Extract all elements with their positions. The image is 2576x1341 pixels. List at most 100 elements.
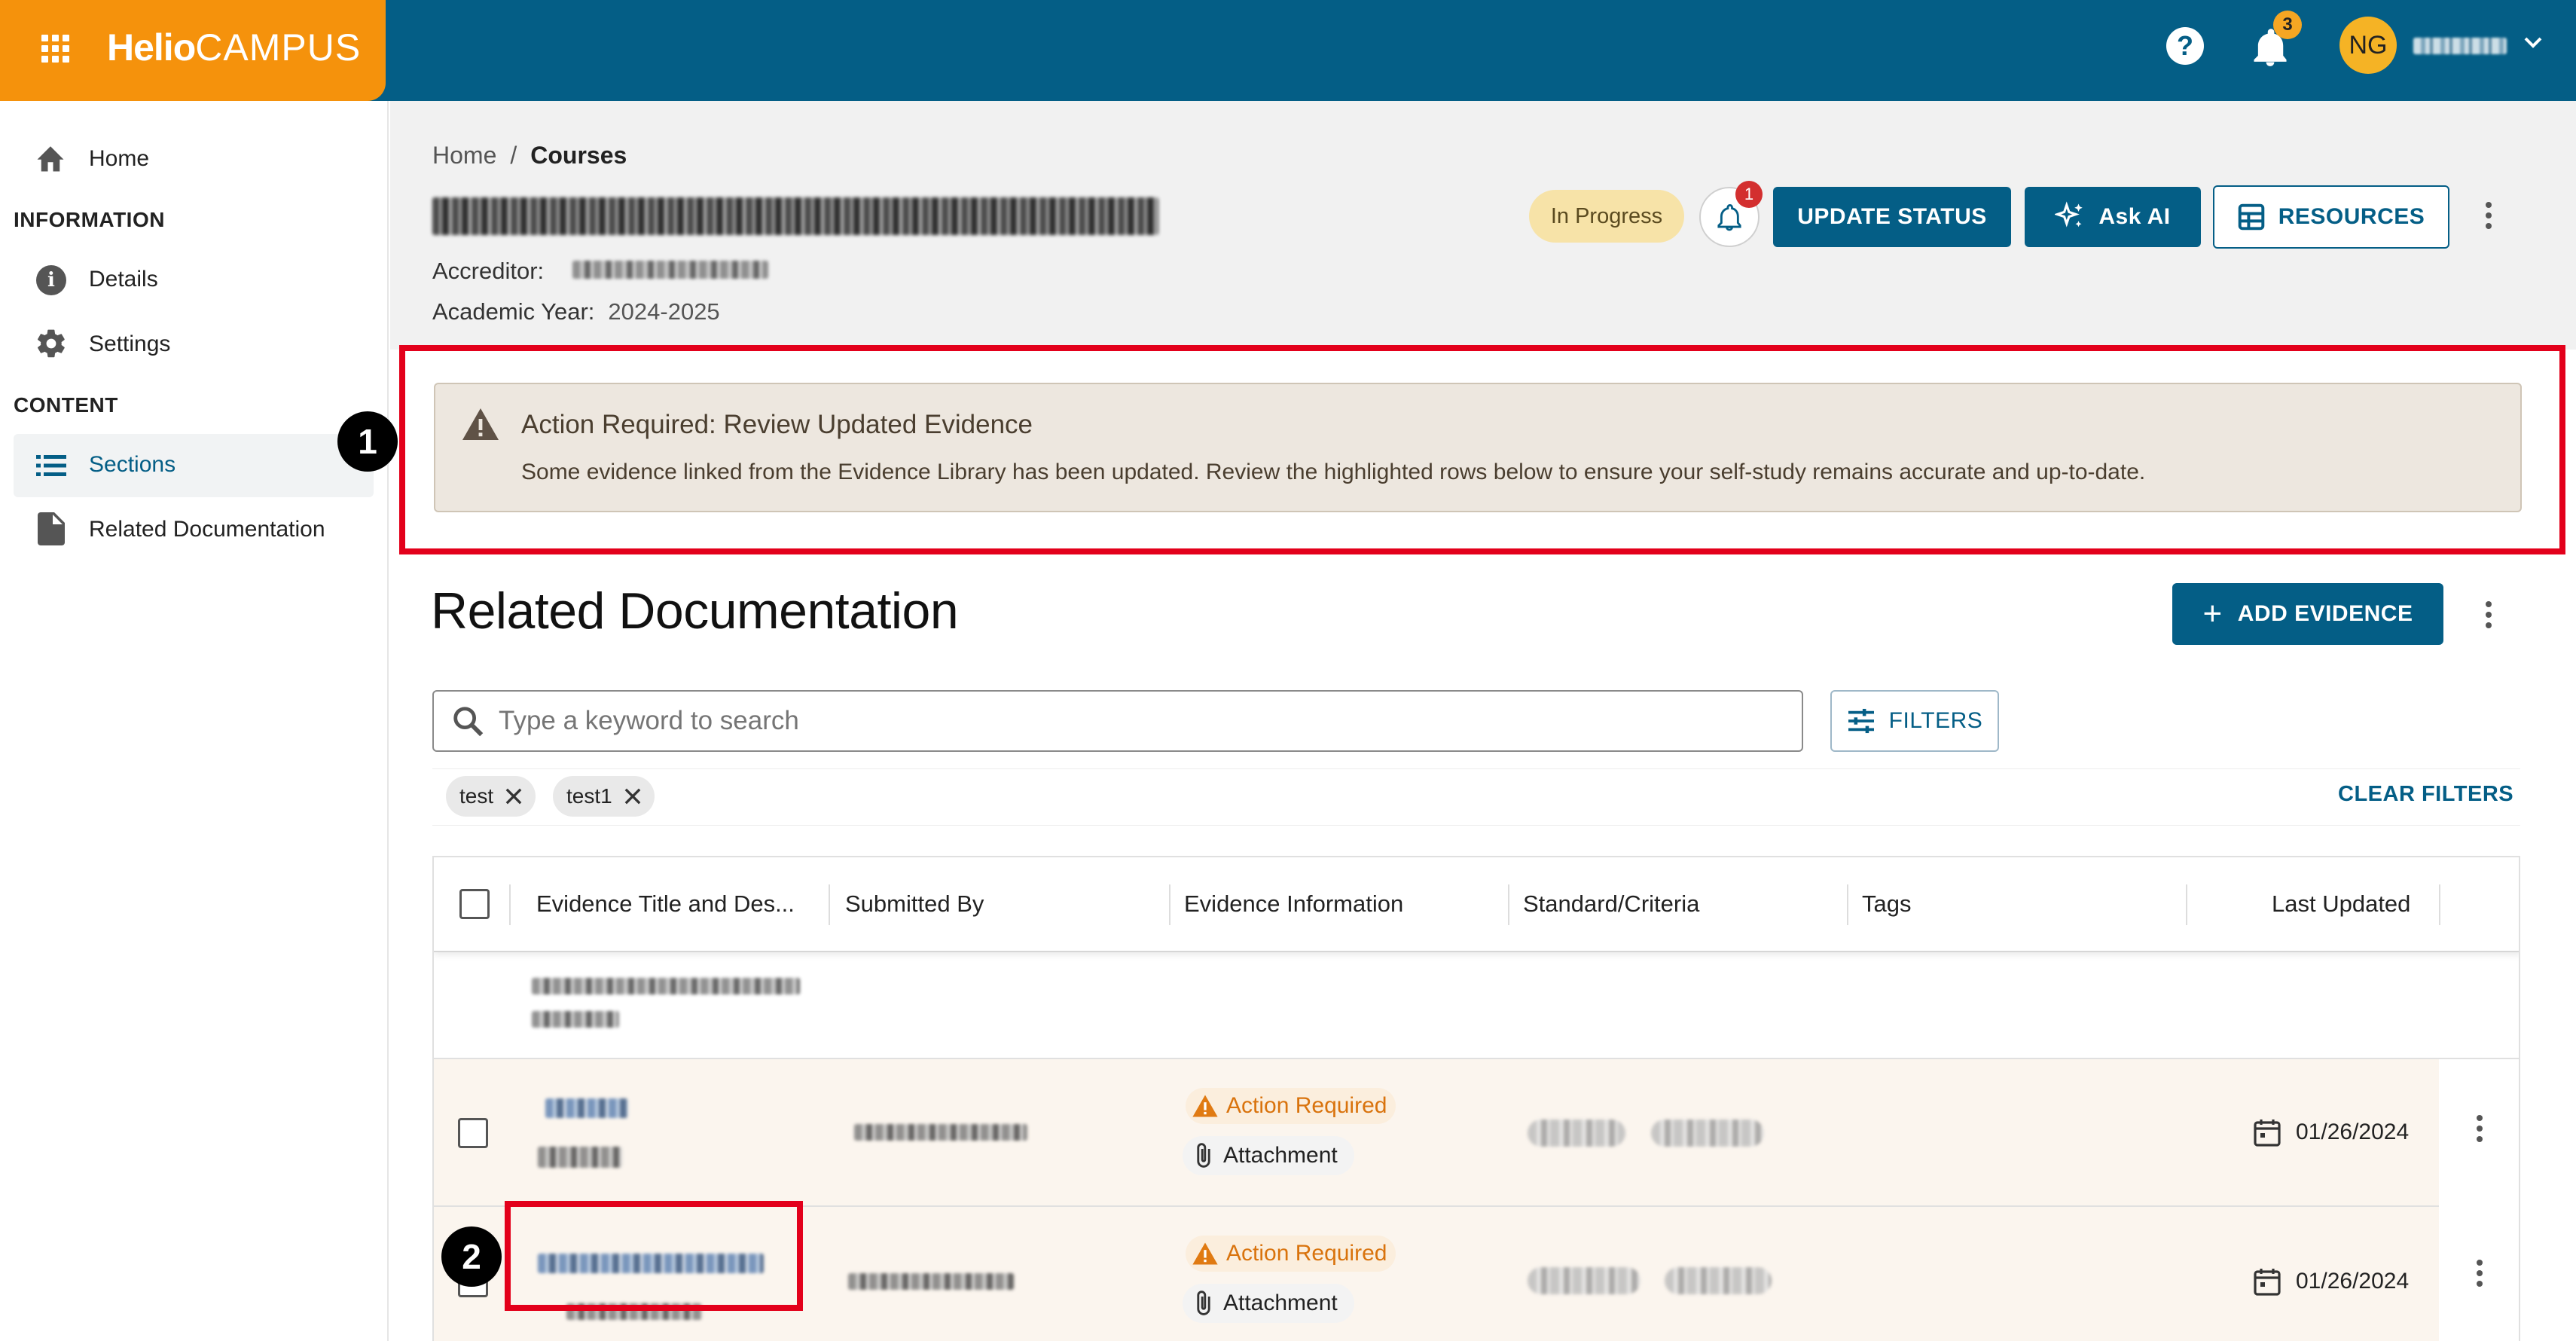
breadcrumb-home[interactable]: Home	[432, 142, 496, 170]
attachment-chip[interactable]: Attachment	[1183, 1284, 1354, 1323]
column-divider	[1508, 884, 1509, 925]
add-evidence-label: ADD EVIDENCE	[2237, 601, 2413, 626]
breadcrumb: Home / Courses	[432, 142, 627, 170]
user-avatar[interactable]: NG	[2339, 17, 2397, 74]
user-menu-chevron-icon[interactable]	[2523, 36, 2543, 50]
breadcrumb-courses[interactable]: Courses	[530, 142, 627, 170]
section-title: Related Documentation	[431, 582, 959, 640]
column-header-evidence-information[interactable]: Evidence Information	[1184, 890, 1403, 918]
brand-logo[interactable]: Helio CAMPUS	[107, 26, 361, 69]
column-header-submitted-by[interactable]: Submitted By	[845, 890, 984, 918]
last-updated-date: 01/26/2024	[2296, 1269, 2410, 1294]
sidebar-item-related-documentation[interactable]: Related Documentation	[89, 517, 325, 542]
filter-sliders-icon	[1848, 708, 1874, 734]
accreditor-label: Accreditor:	[432, 258, 545, 284]
annotation-marker-1: 1	[337, 411, 398, 472]
list-icon	[36, 455, 66, 476]
settings-gear-icon	[37, 329, 65, 358]
attachment-label: Attachment	[1223, 1291, 1338, 1315]
page-title-redacted	[432, 197, 1158, 235]
academic-year-label: Academic Year:	[432, 298, 595, 325]
chip-close-icon[interactable]	[624, 788, 641, 805]
resources-icon	[2238, 203, 2264, 231]
sidebar-item-settings[interactable]: Settings	[89, 331, 170, 357]
select-all-checkbox[interactable]	[459, 889, 490, 919]
status-badge: In Progress	[1529, 190, 1684, 243]
sidebar-item-sections[interactable]	[14, 434, 374, 497]
paperclip-icon	[1197, 1291, 1210, 1315]
column-divider	[1847, 884, 1848, 925]
calendar-icon	[2254, 1269, 2281, 1296]
action-required-tag: Action Required	[1186, 1088, 1396, 1124]
document-icon	[38, 512, 65, 545]
accreditor-value-redacted	[572, 261, 768, 279]
active-filters-bar	[432, 768, 2520, 826]
attachment-label: Attachment	[1223, 1143, 1338, 1168]
standard-chip-redacted	[1528, 1120, 1625, 1147]
breadcrumb-separator: /	[510, 142, 517, 169]
column-header-standard-criteria[interactable]: Standard/Criteria	[1523, 890, 1699, 918]
academic-year-value: 2024-2025	[608, 298, 720, 325]
standard-chip-redacted	[1528, 1267, 1641, 1294]
column-divider	[2439, 884, 2440, 925]
column-header-title[interactable]: Evidence Title and Des...	[536, 890, 795, 918]
annotation-marker-2: 2	[441, 1226, 502, 1287]
standard-chip-redacted	[1651, 1120, 1764, 1147]
sidebar-item-sections-label: Sections	[89, 452, 176, 477]
row-desc-redacted	[532, 1011, 619, 1028]
last-updated-date: 01/26/2024	[2296, 1120, 2410, 1144]
bell-icon	[1717, 203, 1741, 231]
user-name-redacted[interactable]	[2413, 38, 2507, 54]
info-icon: i	[36, 265, 66, 295]
row-more-options-icon[interactable]	[2477, 1115, 2483, 1142]
column-divider	[2186, 884, 2187, 925]
column-divider	[1169, 884, 1170, 925]
standard-chip-redacted	[1665, 1267, 1772, 1294]
row-title-redacted	[532, 978, 800, 994]
row-submitter-redacted	[854, 1124, 1027, 1141]
academic-year: Academic Year: 2024-2025	[432, 298, 720, 325]
resources-label: RESOURCES	[2278, 204, 2425, 229]
header-more-options-icon[interactable]	[2486, 202, 2492, 229]
action-required-tag: Action Required	[1186, 1236, 1396, 1272]
add-evidence-button[interactable]: + ADD EVIDENCE	[2172, 583, 2443, 645]
column-divider	[829, 884, 830, 925]
sidebar-item-home[interactable]: Home	[89, 146, 149, 172]
home-icon	[37, 146, 64, 172]
brand-logo-part2: CAMPUS	[195, 26, 362, 69]
search-input[interactable]	[499, 699, 1779, 743]
alerts-count-badge: 1	[1735, 181, 1763, 208]
section-more-options-icon[interactable]	[2486, 601, 2492, 628]
row-checkbox[interactable]	[458, 1118, 488, 1148]
warning-icon	[1192, 1242, 1218, 1265]
sidebar-item-details[interactable]: Details	[89, 267, 158, 292]
apps-grid-icon[interactable]	[41, 35, 69, 63]
filter-chip-label: test1	[566, 784, 612, 808]
attachment-chip[interactable]: Attachment	[1183, 1136, 1354, 1175]
annotation-highlight-evidence-title	[505, 1201, 803, 1311]
ask-ai-button[interactable]: Ask AI	[2025, 187, 2201, 247]
row-more-options-icon[interactable]	[2477, 1260, 2483, 1287]
column-divider	[509, 884, 511, 925]
table-row-highlighted[interactable]: Action Required Attachment 01/26/2024	[434, 1059, 2519, 1207]
search-icon	[453, 707, 484, 737]
update-status-button[interactable]: UPDATE STATUS	[1773, 187, 2011, 247]
column-header-tags[interactable]: Tags	[1862, 890, 1911, 918]
filters-button[interactable]: FILTERS	[1830, 690, 1999, 752]
filters-label: FILTERS	[1888, 708, 1983, 733]
clear-filters-link[interactable]: CLEAR FILTERS	[2338, 782, 2513, 807]
brand-logo-part1: Helio	[107, 26, 196, 69]
sidebar-heading-information: INFORMATION	[14, 208, 165, 231]
row-desc-redacted	[538, 1147, 622, 1168]
filter-chip-test[interactable]: test	[446, 776, 536, 817]
resources-button[interactable]: RESOURCES	[2213, 185, 2449, 249]
paperclip-icon	[1197, 1143, 1210, 1168]
table-header: Evidence Title and Des... Submitted By E…	[434, 857, 2519, 952]
warning-icon	[1192, 1095, 1218, 1117]
filter-chip-test1[interactable]: test1	[553, 776, 655, 817]
action-required-label: Action Required	[1226, 1241, 1387, 1266]
row-title-redacted[interactable]	[545, 1098, 628, 1118]
column-header-last-updated[interactable]: Last Updated	[2272, 890, 2410, 918]
chip-close-icon[interactable]	[505, 788, 522, 805]
help-icon[interactable]: ?	[2166, 27, 2204, 65]
